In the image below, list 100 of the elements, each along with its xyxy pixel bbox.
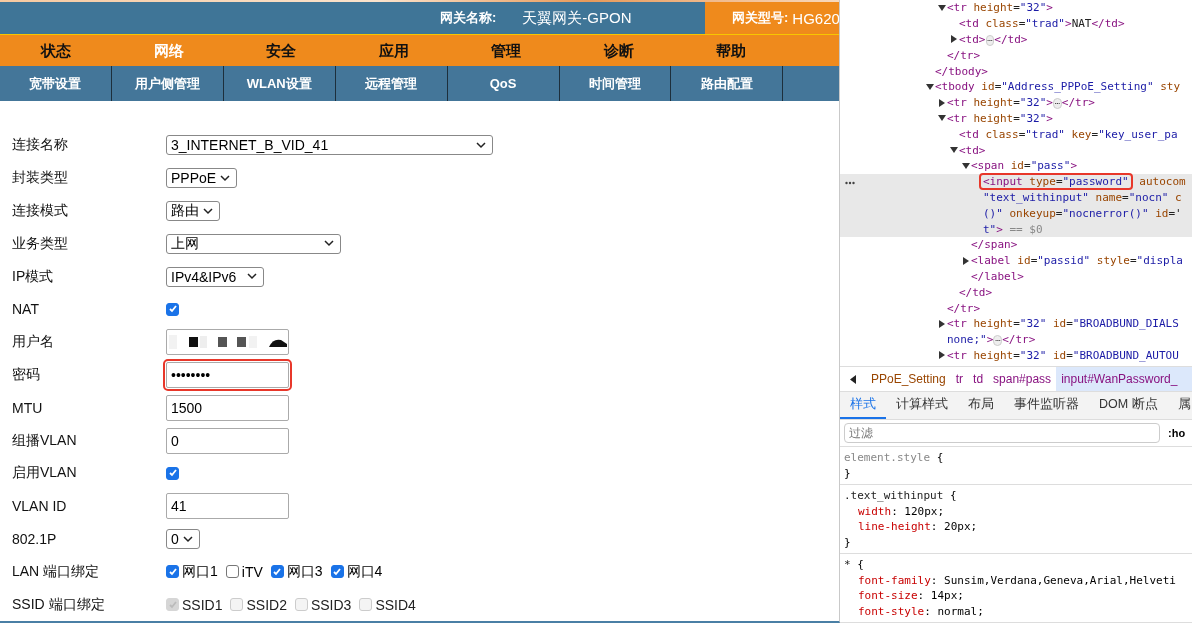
filter-field[interactable]: 过滤 [844, 423, 1160, 443]
expanded-triangle-icon[interactable] [926, 82, 934, 91]
option-label: SSID2 [246, 596, 287, 613]
checkbox[interactable] [270, 565, 284, 579]
field-label: LAN 端口绑定 [12, 562, 101, 581]
breadcrumb-item[interactable]: td [968, 367, 989, 391]
field-label: 组播VLAN [12, 431, 78, 450]
field-label: IP模式 [12, 267, 55, 286]
collapsed-triangle-icon[interactable] [938, 319, 946, 328]
css-selector: * { [844, 557, 865, 573]
checkbox[interactable] [166, 565, 179, 579]
code-line: </tbody> [935, 64, 988, 78]
submenu-tab[interactable]: 用户侧管理 [111, 66, 224, 102]
css-declaration: font-style: normal; [857, 603, 985, 619]
chevron-icon [203, 207, 213, 215]
panel-tab[interactable]: 布局 [958, 392, 1004, 419]
collapsed-triangle-icon[interactable] [938, 351, 946, 360]
dropdown[interactable]: 上网 [166, 233, 341, 254]
input-field[interactable]: 1500 [166, 394, 289, 421]
password-field[interactable]: •••••••• [166, 362, 289, 388]
checkbox[interactable] [330, 565, 344, 579]
input-field[interactable]: 41 [166, 493, 289, 520]
breadcrumb-item[interactable]: span#pass [988, 367, 1057, 391]
css-declaration: font-size: 14px; [857, 588, 965, 604]
breadcrumb-item[interactable]: input#WanPassword_ [1056, 367, 1192, 391]
submenu-tab[interactable]: 路由配置 [671, 66, 784, 102]
option-label: SSID3 [310, 596, 352, 613]
css-declaration: line-height: 20px; [857, 519, 979, 535]
closing-brace: } [844, 534, 852, 550]
css-selector: element.style { [844, 450, 945, 466]
field-label: 用户名 [12, 333, 55, 352]
css-declaration: width: 120px; [857, 503, 946, 519]
option-label: iTV [241, 563, 263, 580]
code-line: t"> == $0 [983, 222, 1043, 236]
menu-tab[interactable]: 管理 [450, 35, 563, 67]
code-line: <td class="trad">NAT</td> [959, 17, 1125, 31]
more-icon[interactable] [845, 180, 855, 185]
expanded-triangle-icon[interactable] [938, 3, 946, 12]
submenu-tab[interactable]: 宽带设置 [0, 66, 112, 102]
menu-tab[interactable]: 状态 [0, 35, 113, 67]
collapsed-triangle-icon[interactable] [938, 98, 946, 107]
code-line: </tr> [947, 48, 981, 62]
hover-toggle[interactable]: :ho [1168, 427, 1186, 439]
code-line: <label id="passid" style="displa [971, 254, 1183, 268]
panel-tab[interactable]: DOM 断点 [1089, 392, 1168, 419]
closing-brace: } [844, 465, 852, 481]
option-label: 网口1 [182, 562, 218, 581]
breadcrumb-item[interactable]: tr [950, 367, 969, 391]
field-label: 封装类型 [12, 169, 69, 188]
code-line: ()" onkeyup="nocnerror()" id=' [983, 206, 1182, 220]
submenu-tab[interactable]: 远程管理 [335, 66, 448, 102]
collapsed-triangle-icon[interactable] [962, 256, 970, 265]
checkbox[interactable] [166, 302, 179, 316]
submenu-tab[interactable]: WLAN设置 [223, 66, 336, 102]
code-line: "text_withinput" name="nocn" c [983, 190, 1182, 204]
field-label: 业务类型 [12, 234, 69, 253]
menu-tab[interactable]: 应用 [337, 35, 450, 67]
option-label: 网口3 [286, 562, 323, 581]
css-selector: .text_withinput { [844, 488, 958, 504]
field-label: 密码 [12, 366, 41, 384]
panel-tab[interactable]: 样式 [840, 392, 886, 419]
code-line: none;"> ⋯ </tr> [947, 333, 1036, 347]
code-line: <td class="trad" key="key_user_pa [959, 127, 1178, 141]
dropdown[interactable]: 0 [166, 529, 200, 549]
panel-tab[interactable]: 计算样式 [886, 392, 958, 419]
field-label: 802.1P [12, 531, 58, 547]
menu-tab[interactable]: 安全 [225, 35, 338, 67]
gateway-name: 天翼网关-GPON [522, 8, 632, 28]
expanded-triangle-icon[interactable] [962, 161, 970, 170]
dropdown[interactable]: 路由 [166, 201, 220, 222]
dropdown[interactable]: 3_INTERNET_B_VID_41 [166, 135, 493, 156]
code-line: </td> [959, 285, 993, 299]
code-line: <tbody id="Address_PPPoE_Setting" sty [935, 80, 1181, 94]
checkbox[interactable] [225, 565, 239, 579]
chevron-icon [247, 273, 257, 281]
collapsed-triangle-icon[interactable] [950, 35, 958, 44]
field-label: NAT [12, 301, 40, 318]
scroll-left-icon[interactable] [850, 374, 858, 384]
panel-tab[interactable]: 属 [1167, 392, 1192, 419]
expanded-triangle-icon[interactable] [938, 114, 946, 123]
code-line: </tr> [947, 301, 981, 315]
dropdown[interactable]: PPPoE [166, 168, 238, 189]
field-label: 连接模式 [12, 202, 69, 221]
input-field[interactable]: 0 [166, 427, 289, 454]
code-line: <td> ⋯ </td> [959, 33, 1028, 46]
code-line: </label> [971, 269, 1024, 283]
username-field[interactable] [166, 329, 289, 356]
panel-tab[interactable]: 事件监听器 [1004, 392, 1089, 419]
menu-tab[interactable]: 帮助 [675, 35, 788, 67]
submenu-tab[interactable]: 时间管理 [559, 66, 672, 102]
option-label: SSID1 [182, 596, 223, 613]
option-label: SSID4 [375, 596, 416, 613]
breadcrumb-item[interactable]: PPoE_Setting [866, 367, 951, 391]
dropdown[interactable]: IPv4&IPv6 [166, 266, 264, 287]
submenu-tab[interactable]: QoS [447, 66, 560, 102]
css-declaration: font-family: Sunsim,Verdana,Geneva,Arial,Helveti [857, 572, 1177, 588]
expanded-triangle-icon[interactable] [950, 146, 958, 155]
chevron-icon [220, 174, 231, 182]
menu-tab[interactable]: 诊断 [562, 35, 675, 67]
checkbox[interactable] [166, 466, 179, 480]
